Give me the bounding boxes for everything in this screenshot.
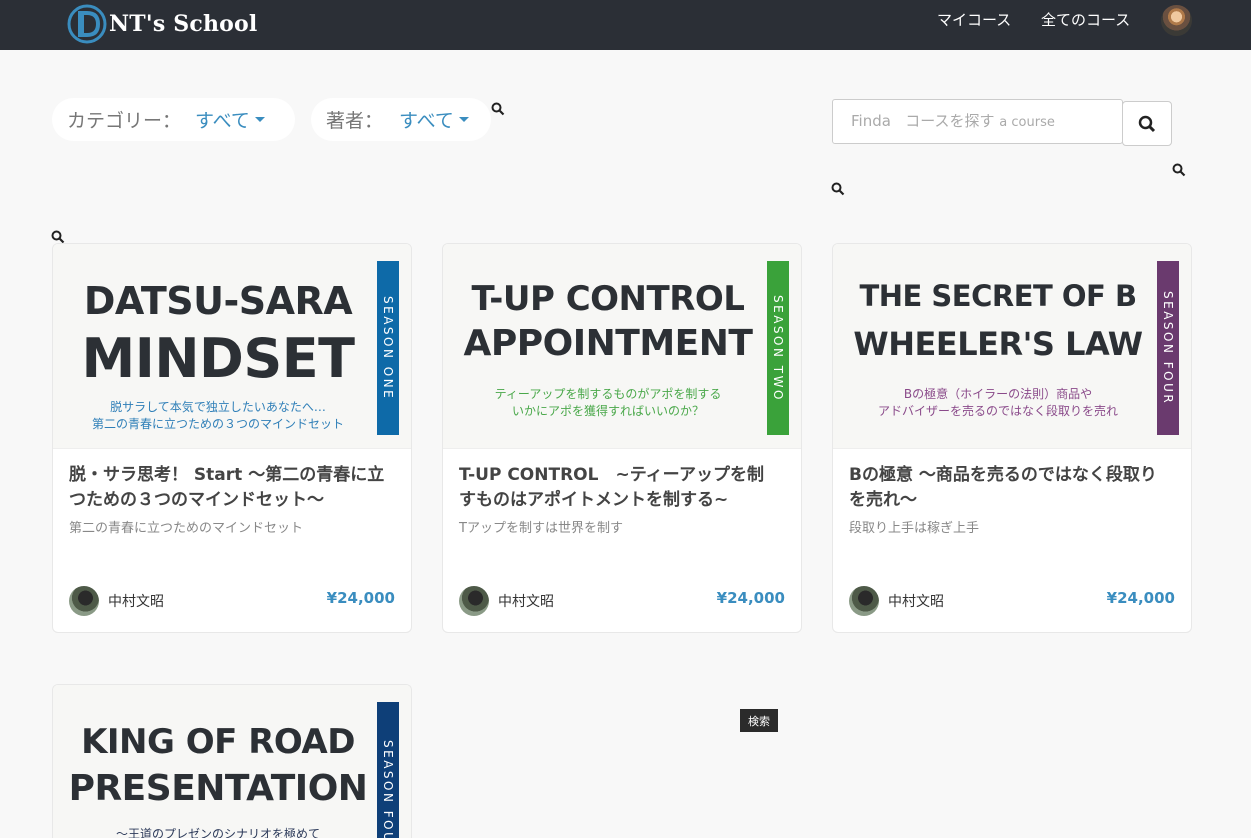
cover-subtitle-2: いかにアポを獲得すればいいのか？ <box>511 404 704 418</box>
author-label: 著者： <box>326 110 384 132</box>
course-description: Tアップを制すは世界を制す <box>459 521 623 536</box>
search-icon <box>51 230 65 244</box>
search-icon <box>1172 163 1186 177</box>
season-ribbon: SEASON ONE <box>377 261 399 435</box>
user-avatar[interactable] <box>1161 5 1192 36</box>
search-icon <box>491 102 505 116</box>
search-button[interactable] <box>1122 101 1172 146</box>
search-placeholder-b: コースを探す <box>905 112 995 130</box>
brand-name: NT's School <box>109 11 258 37</box>
category-label: カテゴリー： <box>67 110 182 132</box>
course-card[interactable]: T-UP CONTROL APPOINTMENT ティーアップを制するものがアポ… <box>442 243 802 633</box>
course-cover-image: DATSU-SARA MINDSET 脱サラして本気で独立したいあなたへ… 第二… <box>53 244 411 449</box>
brand-logo-icon <box>67 4 107 44</box>
author-name: 中村文昭 <box>888 594 944 610</box>
course-price: ¥24,000 <box>716 589 785 607</box>
cover-subtitle-1: ～王道のプレゼンのシナリオを極めて <box>115 827 320 838</box>
course-description: 段取り上手は稼ぎ上手 <box>849 521 980 536</box>
cover-line-1: THE SECRET OF B <box>859 279 1137 313</box>
author-value: すべて <box>399 110 454 132</box>
course-card[interactable]: THE SECRET OF B WHEELER'S LAW Bの極意（ホイラーの… <box>832 243 1192 633</box>
course-title[interactable]: 脱・サラ思考！ Start ～第二の青春に立つための３つのマインドセット～ <box>69 463 389 513</box>
season-ribbon: SEASON FOUR <box>1157 261 1179 435</box>
category-filter[interactable]: カテゴリー： すべて <box>52 98 295 141</box>
cover-line-1: KING OF ROAD <box>81 722 355 762</box>
top-navbar: NT's School マイコース 全てのコース <box>0 0 1251 50</box>
course-cover-image: KING OF ROAD PRESENTATION ～王道のプレゼンのシナリオを… <box>53 685 411 838</box>
brand-logo-link[interactable]: NT's School <box>67 2 257 46</box>
course-card[interactable]: DATSU-SARA MINDSET 脱サラして本気で独立したいあなたへ… 第二… <box>52 243 412 633</box>
course-title[interactable]: Bの極意 ～商品を売るのではなく段取りを売れ～ <box>849 463 1169 513</box>
cover-line-1: DATSU-SARA <box>83 279 353 323</box>
course-price: ¥24,000 <box>326 589 395 607</box>
author-name: 中村文昭 <box>108 594 164 610</box>
search-icon <box>1138 115 1156 132</box>
cover-subtitle-1: Bの極意（ホイラーの法則）商品や <box>903 387 1093 401</box>
course-description: 第二の青春に立つためのマインドセット <box>69 521 304 536</box>
search-tooltip: 検索 <box>740 709 778 732</box>
course-search-input[interactable]: Finda コースを探す a course <box>832 99 1123 144</box>
cover-line-2: WHEELER'S LAW <box>853 325 1143 363</box>
category-value: すべて <box>195 110 250 132</box>
nav-all-courses[interactable]: 全てのコース <box>1041 10 1130 30</box>
course-card[interactable]: KING OF ROAD PRESENTATION ～王道のプレゼンのシナリオを… <box>52 684 412 838</box>
cover-line-2: APPOINTMENT <box>463 323 753 364</box>
course-cover-image: THE SECRET OF B WHEELER'S LAW Bの極意（ホイラーの… <box>833 244 1191 449</box>
nav-my-courses[interactable]: マイコース <box>937 10 1011 30</box>
author-filter[interactable]: 著者： すべて <box>311 98 491 141</box>
search-icon <box>831 182 845 196</box>
cover-line-2: MINDSET <box>81 327 355 390</box>
season-ribbon: SEASON FOUR <box>377 702 399 838</box>
author-avatar <box>849 586 879 616</box>
course-cover-image: T-UP CONTROL APPOINTMENT ティーアップを制するものがアポ… <box>443 244 801 449</box>
cover-line-1: T-UP CONTROL <box>471 279 745 319</box>
season-ribbon: SEASON TWO <box>767 261 789 435</box>
course-title[interactable]: T-UP CONTROL ~ティーアップを制すものはアポイトメントを制する~ <box>459 463 779 513</box>
chevron-down-icon <box>254 117 265 122</box>
cover-subtitle-1: ティーアップを制するものがアポを制する <box>494 387 722 401</box>
cover-subtitle-2: アドバイザーを売るのではなく段取りを売れ <box>877 404 1118 418</box>
search-placeholder-c: a course <box>999 115 1055 130</box>
course-price: ¥24,000 <box>1106 589 1175 607</box>
author-avatar <box>69 586 99 616</box>
cover-line-2: PRESENTATION <box>68 768 368 809</box>
author-avatar <box>459 586 489 616</box>
cover-subtitle-2: 第二の青春に立つための３つのマインドセット <box>91 417 344 431</box>
author-name: 中村文昭 <box>498 594 554 610</box>
search-placeholder-a: Finda <box>851 112 891 130</box>
chevron-down-icon <box>458 117 469 122</box>
cover-subtitle-1: 脱サラして本気で独立したいあなたへ… <box>110 400 326 414</box>
